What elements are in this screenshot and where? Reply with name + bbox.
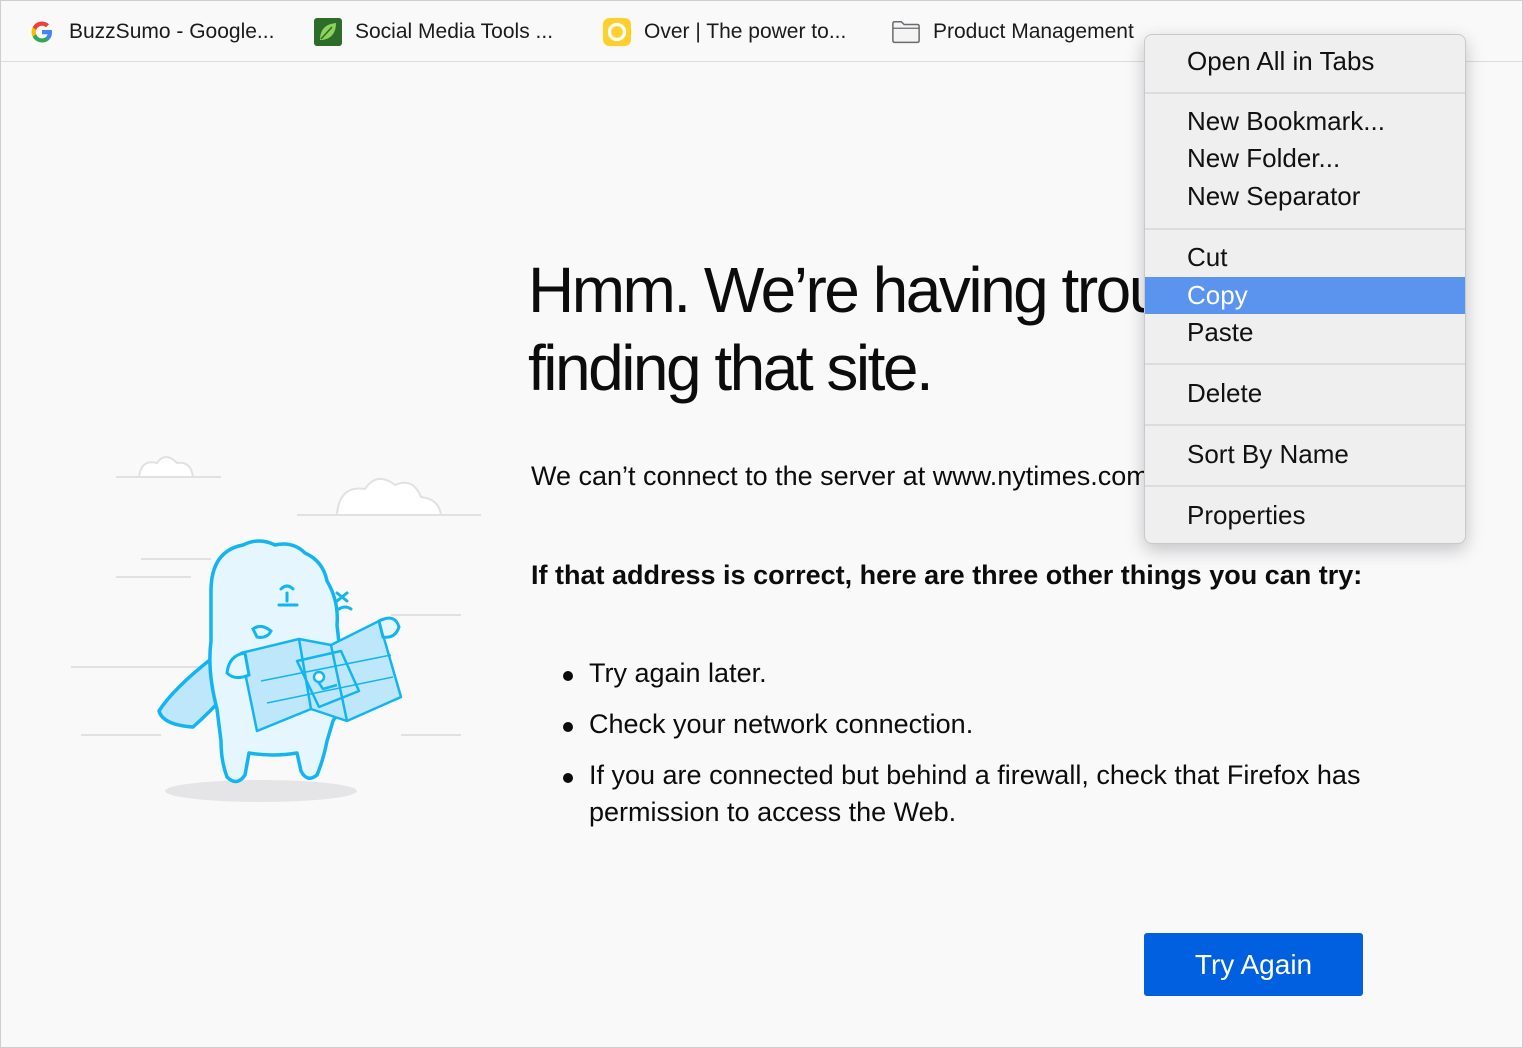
lost-dinosaur-with-map-illustration xyxy=(71,456,481,802)
bookmark-label: BuzzSumo - Google... xyxy=(69,20,275,43)
menu-item-new-folder[interactable]: New Folder... xyxy=(1145,140,1465,177)
suggestions-heading: If that address is correct, here are thr… xyxy=(531,560,1363,590)
bookmark-context-menu: Open All in Tabs New Bookmark... New Fol… xyxy=(1144,34,1466,544)
suggestions-list: Try again later. Check your network conn… xyxy=(561,655,1361,845)
menu-separator xyxy=(1145,485,1465,487)
green-leaf-icon xyxy=(313,17,343,47)
bookmark-social-media-tools[interactable]: Social Media Tools ... xyxy=(313,15,553,49)
menu-item-sort-by-name[interactable]: Sort By Name xyxy=(1145,436,1465,473)
suggestion-item: If you are connected but behind a firewa… xyxy=(561,757,1361,831)
menu-item-paste[interactable]: Paste xyxy=(1145,314,1465,351)
menu-item-new-separator[interactable]: New Separator xyxy=(1145,178,1465,215)
yellow-ring-icon xyxy=(602,17,632,47)
bookmark-label: Social Media Tools ... xyxy=(355,20,554,43)
menu-separator xyxy=(1145,92,1465,94)
error-page-title: Hmm. We’re having trouble finding that s… xyxy=(528,251,1242,407)
menu-item-delete[interactable]: Delete xyxy=(1145,375,1465,412)
browser-window: BuzzSumo - Google... Social Media Tools … xyxy=(0,0,1523,1048)
try-again-button[interactable]: Try Again xyxy=(1144,933,1363,996)
suggestion-item: Try again later. xyxy=(561,655,1361,692)
menu-item-open-all-in-tabs[interactable]: Open All in Tabs xyxy=(1145,43,1465,80)
suggestion-item: Check your network connection. xyxy=(561,706,1361,743)
menu-item-copy[interactable]: Copy xyxy=(1145,277,1465,314)
menu-item-properties[interactable]: Properties xyxy=(1145,497,1465,534)
menu-item-cut[interactable]: Cut xyxy=(1145,239,1465,276)
menu-item-new-bookmark[interactable]: New Bookmark... xyxy=(1145,103,1465,140)
error-title-line-2: finding that site. xyxy=(528,332,934,404)
bookmark-folder-product-management[interactable]: Product Management xyxy=(891,15,1134,49)
bookmark-over[interactable]: Over | The power to... xyxy=(602,15,846,49)
bookmark-buzzsumo[interactable]: BuzzSumo - Google... xyxy=(27,15,274,49)
error-description: We can’t connect to the server at www.ny… xyxy=(531,461,1157,491)
menu-separator xyxy=(1145,228,1465,230)
bookmark-label: Over | The power to... xyxy=(644,20,847,43)
menu-separator xyxy=(1145,424,1465,426)
google-g-icon xyxy=(27,17,57,47)
bookmark-label: Product Management xyxy=(933,20,1134,43)
menu-separator xyxy=(1145,363,1465,365)
folder-icon xyxy=(891,17,921,47)
error-title-line-1: Hmm. We’re having trouble xyxy=(528,254,1242,326)
